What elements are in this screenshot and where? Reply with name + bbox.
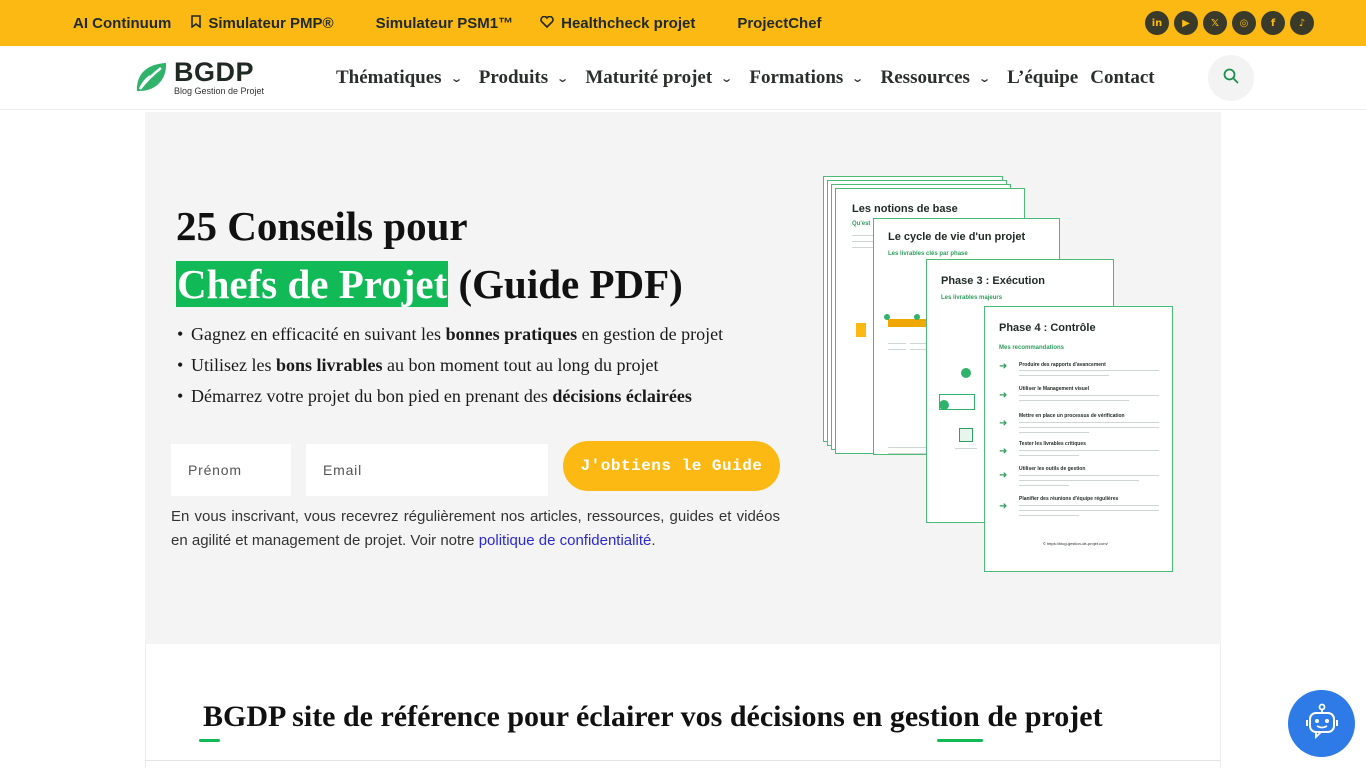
x-icon[interactable]: 𝕏	[1203, 11, 1227, 35]
logo-subtitle: Blog Gestion de Projet	[174, 86, 265, 96]
list-item: Utilisez les bons livrables au bon momen…	[177, 350, 723, 381]
hero-title: 25 Conseils pour Chefs de Projet (Guide …	[176, 203, 683, 307]
social-links: in ▶ 𝕏 ◎ f ♪	[1145, 11, 1314, 35]
toplink-simulateur-psm1[interactable]: Simulateur PSM1™	[376, 15, 514, 32]
chevron-down-icon: ⌄	[851, 71, 865, 85]
toplink-projectchef[interactable]: ProjectChef	[737, 15, 821, 32]
list-item: Démarrez votre projet du bon pied en pre…	[177, 381, 723, 412]
toplink-healthcheck[interactable]: Healthcheck projet	[540, 15, 695, 32]
nav-produits[interactable]: Produits ⌄	[479, 67, 570, 89]
intro-section: BGDP site de référence pour éclairer vos…	[145, 644, 1221, 768]
get-guide-button[interactable]: J'obtiens le Guide	[563, 441, 780, 491]
toplink-ai-continuum[interactable]: AI Continuum	[73, 15, 171, 32]
leaf-logo-icon	[134, 61, 170, 95]
youtube-icon[interactable]: ▶	[1174, 11, 1198, 35]
facebook-icon[interactable]: f	[1261, 11, 1285, 35]
search-icon	[1223, 68, 1239, 89]
email-input[interactable]: Email	[306, 444, 548, 496]
privacy-policy-link[interactable]: politique de confidentialité	[479, 532, 652, 549]
bookmark-icon	[191, 15, 202, 31]
toplink-simulateur-pmp[interactable]: Simulateur PMP®	[191, 15, 334, 32]
nav-equipe[interactable]: L’équipe	[1007, 67, 1078, 89]
chevron-down-icon: ⌄	[720, 71, 734, 85]
divider	[145, 760, 1221, 761]
robot-icon	[1302, 701, 1342, 746]
consent-text: En vous inscrivant, vous recevrez réguli…	[171, 508, 780, 549]
chevron-down-icon: ⌄	[556, 71, 570, 85]
main-nav: Thématiques ⌄ Produits ⌄ Maturité projet ⌄ …	[336, 46, 1173, 110]
nav-contact[interactable]: Contact	[1090, 67, 1154, 89]
top-bar: AI Continuum Simulateur PMP® Simulateur …	[0, 0, 1366, 46]
benefit-list: Gagnez en efficacité en suivant les bonn…	[177, 319, 723, 412]
main-header: BGDP Blog Gestion de Projet Thématiques ⌄…	[0, 46, 1366, 110]
nav-thematiques[interactable]: Thématiques ⌄	[336, 67, 463, 89]
logo-title: BGDP	[174, 57, 255, 87]
title-underline	[199, 739, 220, 742]
section-title: BGDP site de référence pour éclairer vos…	[203, 700, 1103, 733]
nav-maturite-projet[interactable]: Maturité projet ⌄	[585, 67, 734, 89]
site-logo[interactable]: BGDP Blog Gestion de Projet	[134, 59, 264, 96]
chevron-down-icon: ⌄	[449, 71, 463, 85]
nav-formations[interactable]: Formations ⌄	[749, 67, 865, 89]
title-underline	[937, 739, 983, 742]
tiktok-icon[interactable]: ♪	[1290, 11, 1314, 35]
hero-section: 25 Conseils pour Chefs de Projet (Guide …	[145, 112, 1221, 644]
heart-icon	[540, 15, 554, 31]
linkedin-icon[interactable]: in	[1145, 11, 1169, 35]
instagram-icon[interactable]: ◎	[1232, 11, 1256, 35]
pdf-page-control: Phase 4 : Contrôle Mes recommandations ➜…	[984, 306, 1173, 572]
list-item: Gagnez en efficacité en suivant les bonn…	[177, 319, 723, 350]
search-button[interactable]	[1208, 55, 1254, 101]
nav-ressources[interactable]: Ressources ⌄	[881, 67, 991, 89]
guide-preview-image: Les notions de base Qu'est Le cycle de v…	[821, 174, 1181, 574]
chatbot-button[interactable]	[1288, 690, 1355, 757]
title-highlight: Chefs de Projet	[176, 261, 449, 307]
firstname-input[interactable]: Prénom	[171, 444, 291, 496]
top-links: AI Continuum Simulateur PMP® Simulateur …	[73, 15, 822, 32]
chevron-down-icon: ⌄	[978, 71, 991, 85]
